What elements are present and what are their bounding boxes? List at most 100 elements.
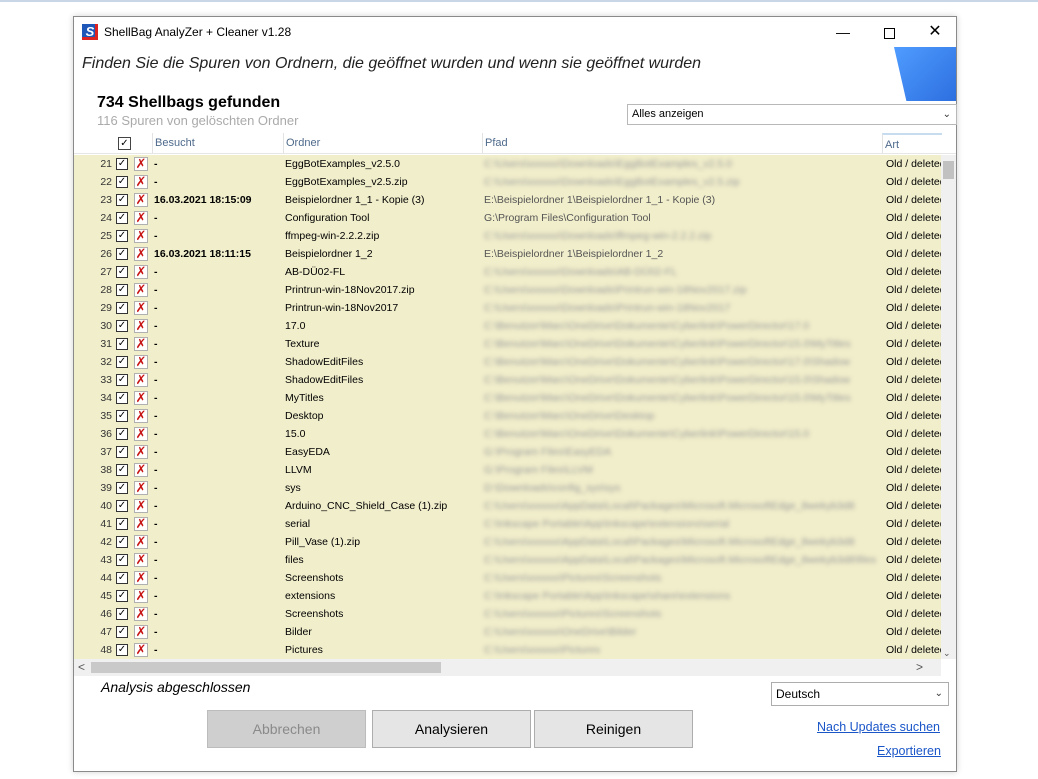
row-checkbox[interactable]: ✓ — [116, 554, 128, 566]
clean-button[interactable]: Reinigen — [534, 710, 693, 748]
column-path[interactable]: Pfad — [482, 133, 882, 153]
row-checkbox[interactable]: ✓ — [116, 212, 128, 224]
table-row[interactable]: 32 ✓ ✗ - ShadowEditFiles C:\Benutzer\Marc\One… — [74, 353, 941, 371]
delete-icon[interactable]: ✗ — [134, 391, 148, 405]
delete-icon[interactable]: ✗ — [134, 283, 148, 297]
delete-icon[interactable]: ✗ — [134, 157, 148, 171]
delete-icon[interactable]: ✗ — [134, 301, 148, 315]
table-row[interactable]: 40 ✓ ✗ - Arduino_CNC_Shield_Case (1).zip C:\U… — [74, 497, 941, 515]
cancel-button[interactable]: Abbrechen — [207, 710, 366, 748]
delete-icon[interactable]: ✗ — [134, 355, 148, 369]
row-checkbox[interactable]: ✓ — [116, 500, 128, 512]
vertical-scroll-thumb[interactable] — [943, 161, 954, 179]
row-checkbox[interactable]: ✓ — [116, 284, 128, 296]
table-row[interactable]: 41 ✓ ✗ - serial C:\Inkscape Portable\App\Inks… — [74, 515, 941, 533]
row-checkbox[interactable]: ✓ — [116, 428, 128, 440]
row-checkbox[interactable]: ✓ — [116, 482, 128, 494]
table-row[interactable]: 42 ✓ ✗ - Pill_Vase (1).zip C:\Users\xxxxxx\Ap… — [74, 533, 941, 551]
table-row[interactable]: 46 ✓ ✗ - Screenshots C:\Users\xxxxxx\Pictures… — [74, 605, 941, 623]
table-row[interactable]: 21 ✓ ✗ - EggBotExamples_v2.5.0 C:\Users\xxxxx… — [74, 155, 941, 173]
row-checkbox[interactable]: ✓ — [116, 374, 128, 386]
table-row[interactable]: 25 ✓ ✗ - ffmpeg-win-2.2.2.zip C:\Users\xxxxxx… — [74, 227, 941, 245]
table-row[interactable]: 39 ✓ ✗ - sys D:\Downloads\config_sys\sys Old /… — [74, 479, 941, 497]
delete-icon[interactable]: ✗ — [134, 337, 148, 351]
select-all-checkbox[interactable]: ✓ — [118, 137, 131, 150]
table-row[interactable]: 45 ✓ ✗ - extensions C:\Inkscape Portable\App\… — [74, 587, 941, 605]
horizontal-scrollbar[interactable]: < > — [74, 659, 941, 676]
delete-icon[interactable]: ✗ — [134, 409, 148, 423]
filter-dropdown[interactable]: Alles anzeigen ⌄ — [627, 104, 957, 125]
table-row[interactable]: 47 ✓ ✗ - Bilder C:\Users\xxxxxx\OneDrive\Bild… — [74, 623, 941, 641]
delete-icon[interactable]: ✗ — [134, 373, 148, 387]
delete-icon[interactable]: ✗ — [134, 445, 148, 459]
row-checkbox[interactable]: ✓ — [116, 536, 128, 548]
table-row[interactable]: 35 ✓ ✗ - Desktop C:\Benutzer\Marc\OneDrive\De… — [74, 407, 941, 425]
scroll-down-icon[interactable]: ⌄ — [943, 648, 951, 659]
table-row[interactable]: 43 ✓ ✗ - files C:\Users\xxxxxx\AppData\Local\… — [74, 551, 941, 569]
row-checkbox[interactable]: ✓ — [116, 356, 128, 368]
row-checkbox[interactable]: ✓ — [116, 518, 128, 530]
row-checkbox[interactable]: ✓ — [116, 590, 128, 602]
delete-icon[interactable]: ✗ — [134, 625, 148, 639]
row-checkbox[interactable]: ✓ — [116, 392, 128, 404]
row-checkbox[interactable]: ✓ — [116, 302, 128, 314]
delete-icon[interactable]: ✗ — [134, 193, 148, 207]
table-row[interactable]: 27 ✓ ✗ - AB-DÜ02-FL C:\Users\xxxxxx\Downloads… — [74, 263, 941, 281]
scroll-right-icon[interactable]: > — [916, 660, 923, 674]
row-checkbox[interactable]: ✓ — [116, 446, 128, 458]
table-row[interactable]: 24 ✓ ✗ - Configuration Tool G:\Program Files\… — [74, 209, 941, 227]
row-checkbox[interactable]: ✓ — [116, 266, 128, 278]
table-row[interactable]: 33 ✓ ✗ - ShadowEditFiles C:\Benutzer\Marc\One… — [74, 371, 941, 389]
row-checkbox[interactable]: ✓ — [116, 626, 128, 638]
row-checkbox[interactable]: ✓ — [116, 176, 128, 188]
delete-icon[interactable]: ✗ — [134, 643, 148, 657]
table-row[interactable]: 34 ✓ ✗ - MyTitles C:\Benutzer\Marc\OneDrive\D… — [74, 389, 941, 407]
delete-icon[interactable]: ✗ — [134, 589, 148, 603]
table-row[interactable]: 29 ✓ ✗ - Printrun-win-18Nov2017 C:\Users\xxxx… — [74, 299, 941, 317]
row-checkbox[interactable]: ✓ — [116, 320, 128, 332]
title-bar[interactable]: S ShellBag AnalyZer + Cleaner v1.28 — ✕ — [74, 17, 956, 47]
row-checkbox[interactable]: ✓ — [116, 230, 128, 242]
delete-icon[interactable]: ✗ — [134, 517, 148, 531]
delete-icon[interactable]: ✗ — [134, 247, 148, 261]
vertical-scrollbar[interactable]: ⌄ — [941, 155, 956, 659]
delete-icon[interactable]: ✗ — [134, 481, 148, 495]
table-row[interactable]: 37 ✓ ✗ - EasyEDA G:\Program Files\EasyEDA Old … — [74, 443, 941, 461]
delete-icon[interactable]: ✗ — [134, 463, 148, 477]
table-row[interactable]: 23 ✓ ✗ 16.03.2021 18:15:09 Beispielordner 1_… — [74, 191, 941, 209]
delete-icon[interactable]: ✗ — [134, 571, 148, 585]
maximize-button[interactable] — [866, 17, 912, 47]
delete-icon[interactable]: ✗ — [134, 211, 148, 225]
column-visited[interactable]: Besucht — [152, 133, 284, 153]
row-checkbox[interactable]: ✓ — [116, 572, 128, 584]
row-checkbox[interactable]: ✓ — [116, 158, 128, 170]
delete-icon[interactable]: ✗ — [134, 499, 148, 513]
table-row[interactable]: 22 ✓ ✗ - EggBotExamples_v2.5.zip C:\Users\xxx… — [74, 173, 941, 191]
table-row[interactable]: 28 ✓ ✗ - Printrun-win-18Nov2017.zip C:\Users\… — [74, 281, 941, 299]
delete-icon[interactable]: ✗ — [134, 427, 148, 441]
export-link[interactable]: Exportieren — [877, 744, 941, 758]
close-button[interactable]: ✕ — [912, 17, 958, 47]
table-row[interactable]: 31 ✓ ✗ - Texture C:\Benutzer\Marc\OneDrive\Do… — [74, 335, 941, 353]
language-dropdown[interactable]: Deutsch ⌄ — [771, 682, 949, 706]
row-checkbox[interactable]: ✓ — [116, 464, 128, 476]
delete-icon[interactable]: ✗ — [134, 319, 148, 333]
delete-icon[interactable]: ✗ — [134, 175, 148, 189]
row-checkbox[interactable]: ✓ — [116, 410, 128, 422]
row-checkbox[interactable]: ✓ — [116, 248, 128, 260]
scroll-left-icon[interactable]: < — [78, 660, 85, 674]
shellbag-grid[interactable]: 21 ✓ ✗ - EggBotExamples_v2.5.0 C:\Users\xxxxx… — [74, 155, 941, 659]
row-checkbox[interactable]: ✓ — [116, 338, 128, 350]
table-row[interactable]: 26 ✓ ✗ 16.03.2021 18:11:15 Beispielordner 1_… — [74, 245, 941, 263]
table-row[interactable]: 36 ✓ ✗ - 15.0 C:\Benutzer\Marc\OneDrive\Dokum… — [74, 425, 941, 443]
column-folder[interactable]: Ordner — [283, 133, 483, 153]
delete-icon[interactable]: ✗ — [134, 607, 148, 621]
delete-icon[interactable]: ✗ — [134, 229, 148, 243]
minimize-button[interactable]: — — [820, 17, 866, 47]
table-row[interactable]: 30 ✓ ✗ - 17.0 C:\Benutzer\Marc\OneDrive\Dokum… — [74, 317, 941, 335]
delete-icon[interactable]: ✗ — [134, 535, 148, 549]
check-updates-link[interactable]: Nach Updates suchen — [817, 720, 940, 734]
delete-icon[interactable]: ✗ — [134, 265, 148, 279]
row-checkbox[interactable]: ✓ — [116, 644, 128, 656]
table-row[interactable]: 38 ✓ ✗ - LLVM G:\Program Files\LLVM Old / dele… — [74, 461, 941, 479]
